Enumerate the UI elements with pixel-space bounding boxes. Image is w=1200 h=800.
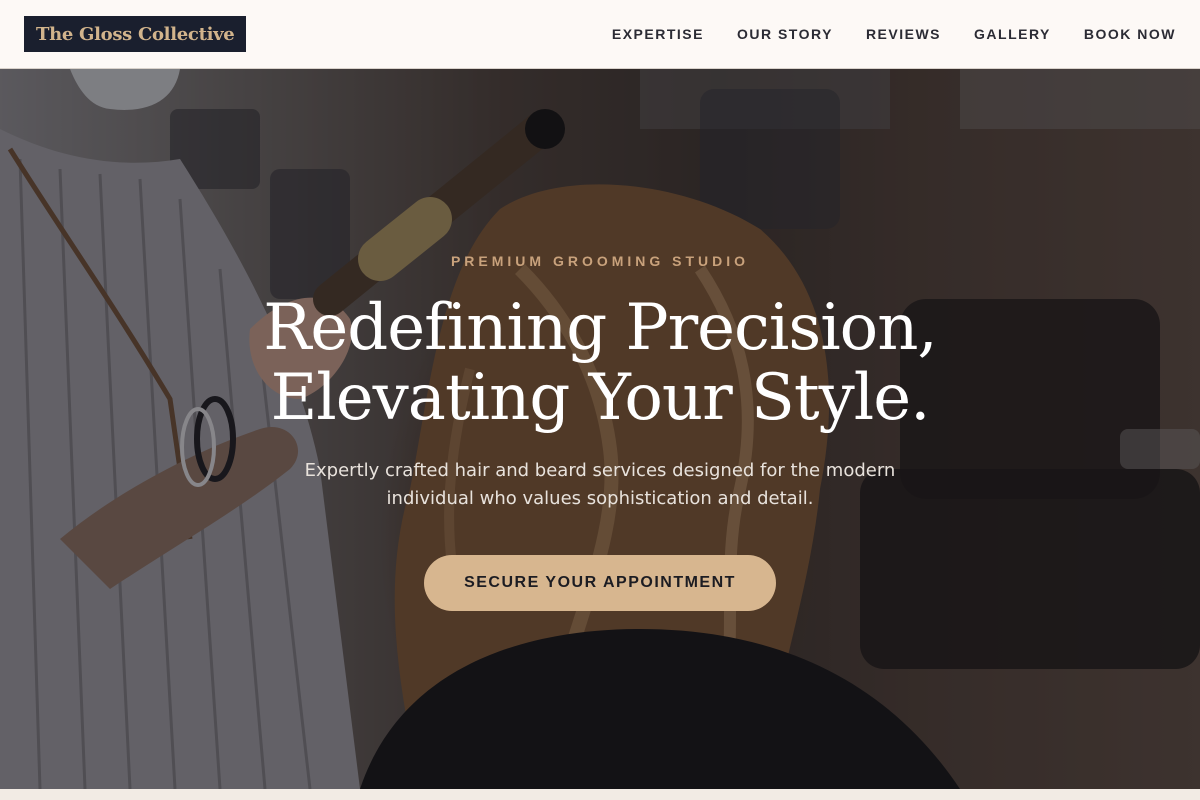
page-bottom-strip xyxy=(0,789,1200,800)
brand-logo[interactable]: The Gloss Collective xyxy=(24,16,247,52)
nav-link-expertise[interactable]: EXPERTISE xyxy=(612,26,704,42)
hero-content: PREMIUM GROOMING STUDIO Redefining Preci… xyxy=(0,69,1200,789)
nav-link-our-story[interactable]: OUR STORY xyxy=(737,26,833,42)
hero-headline-line1: Redefining Precision, xyxy=(263,291,938,365)
hero-section: PREMIUM GROOMING STUDIO Redefining Preci… xyxy=(0,69,1200,789)
hero-headline: Redefining Precision, Elevating Your Sty… xyxy=(263,291,938,435)
hero-headline-line2: Elevating Your Style. xyxy=(270,361,931,435)
main-nav: EXPERTISE OUR STORY REVIEWS GALLERY BOOK… xyxy=(612,26,1176,42)
nav-link-gallery[interactable]: GALLERY xyxy=(974,26,1051,42)
hero-eyebrow: PREMIUM GROOMING STUDIO xyxy=(450,253,750,269)
hero-subtext: Expertly crafted hair and beard services… xyxy=(304,460,896,509)
site-header: The Gloss Collective EXPERTISE OUR STORY… xyxy=(0,0,1200,69)
secure-appointment-button[interactable]: SECURE YOUR APPOINTMENT xyxy=(424,555,776,611)
nav-link-reviews[interactable]: REVIEWS xyxy=(866,26,941,42)
nav-link-book-now[interactable]: BOOK NOW xyxy=(1084,26,1176,42)
